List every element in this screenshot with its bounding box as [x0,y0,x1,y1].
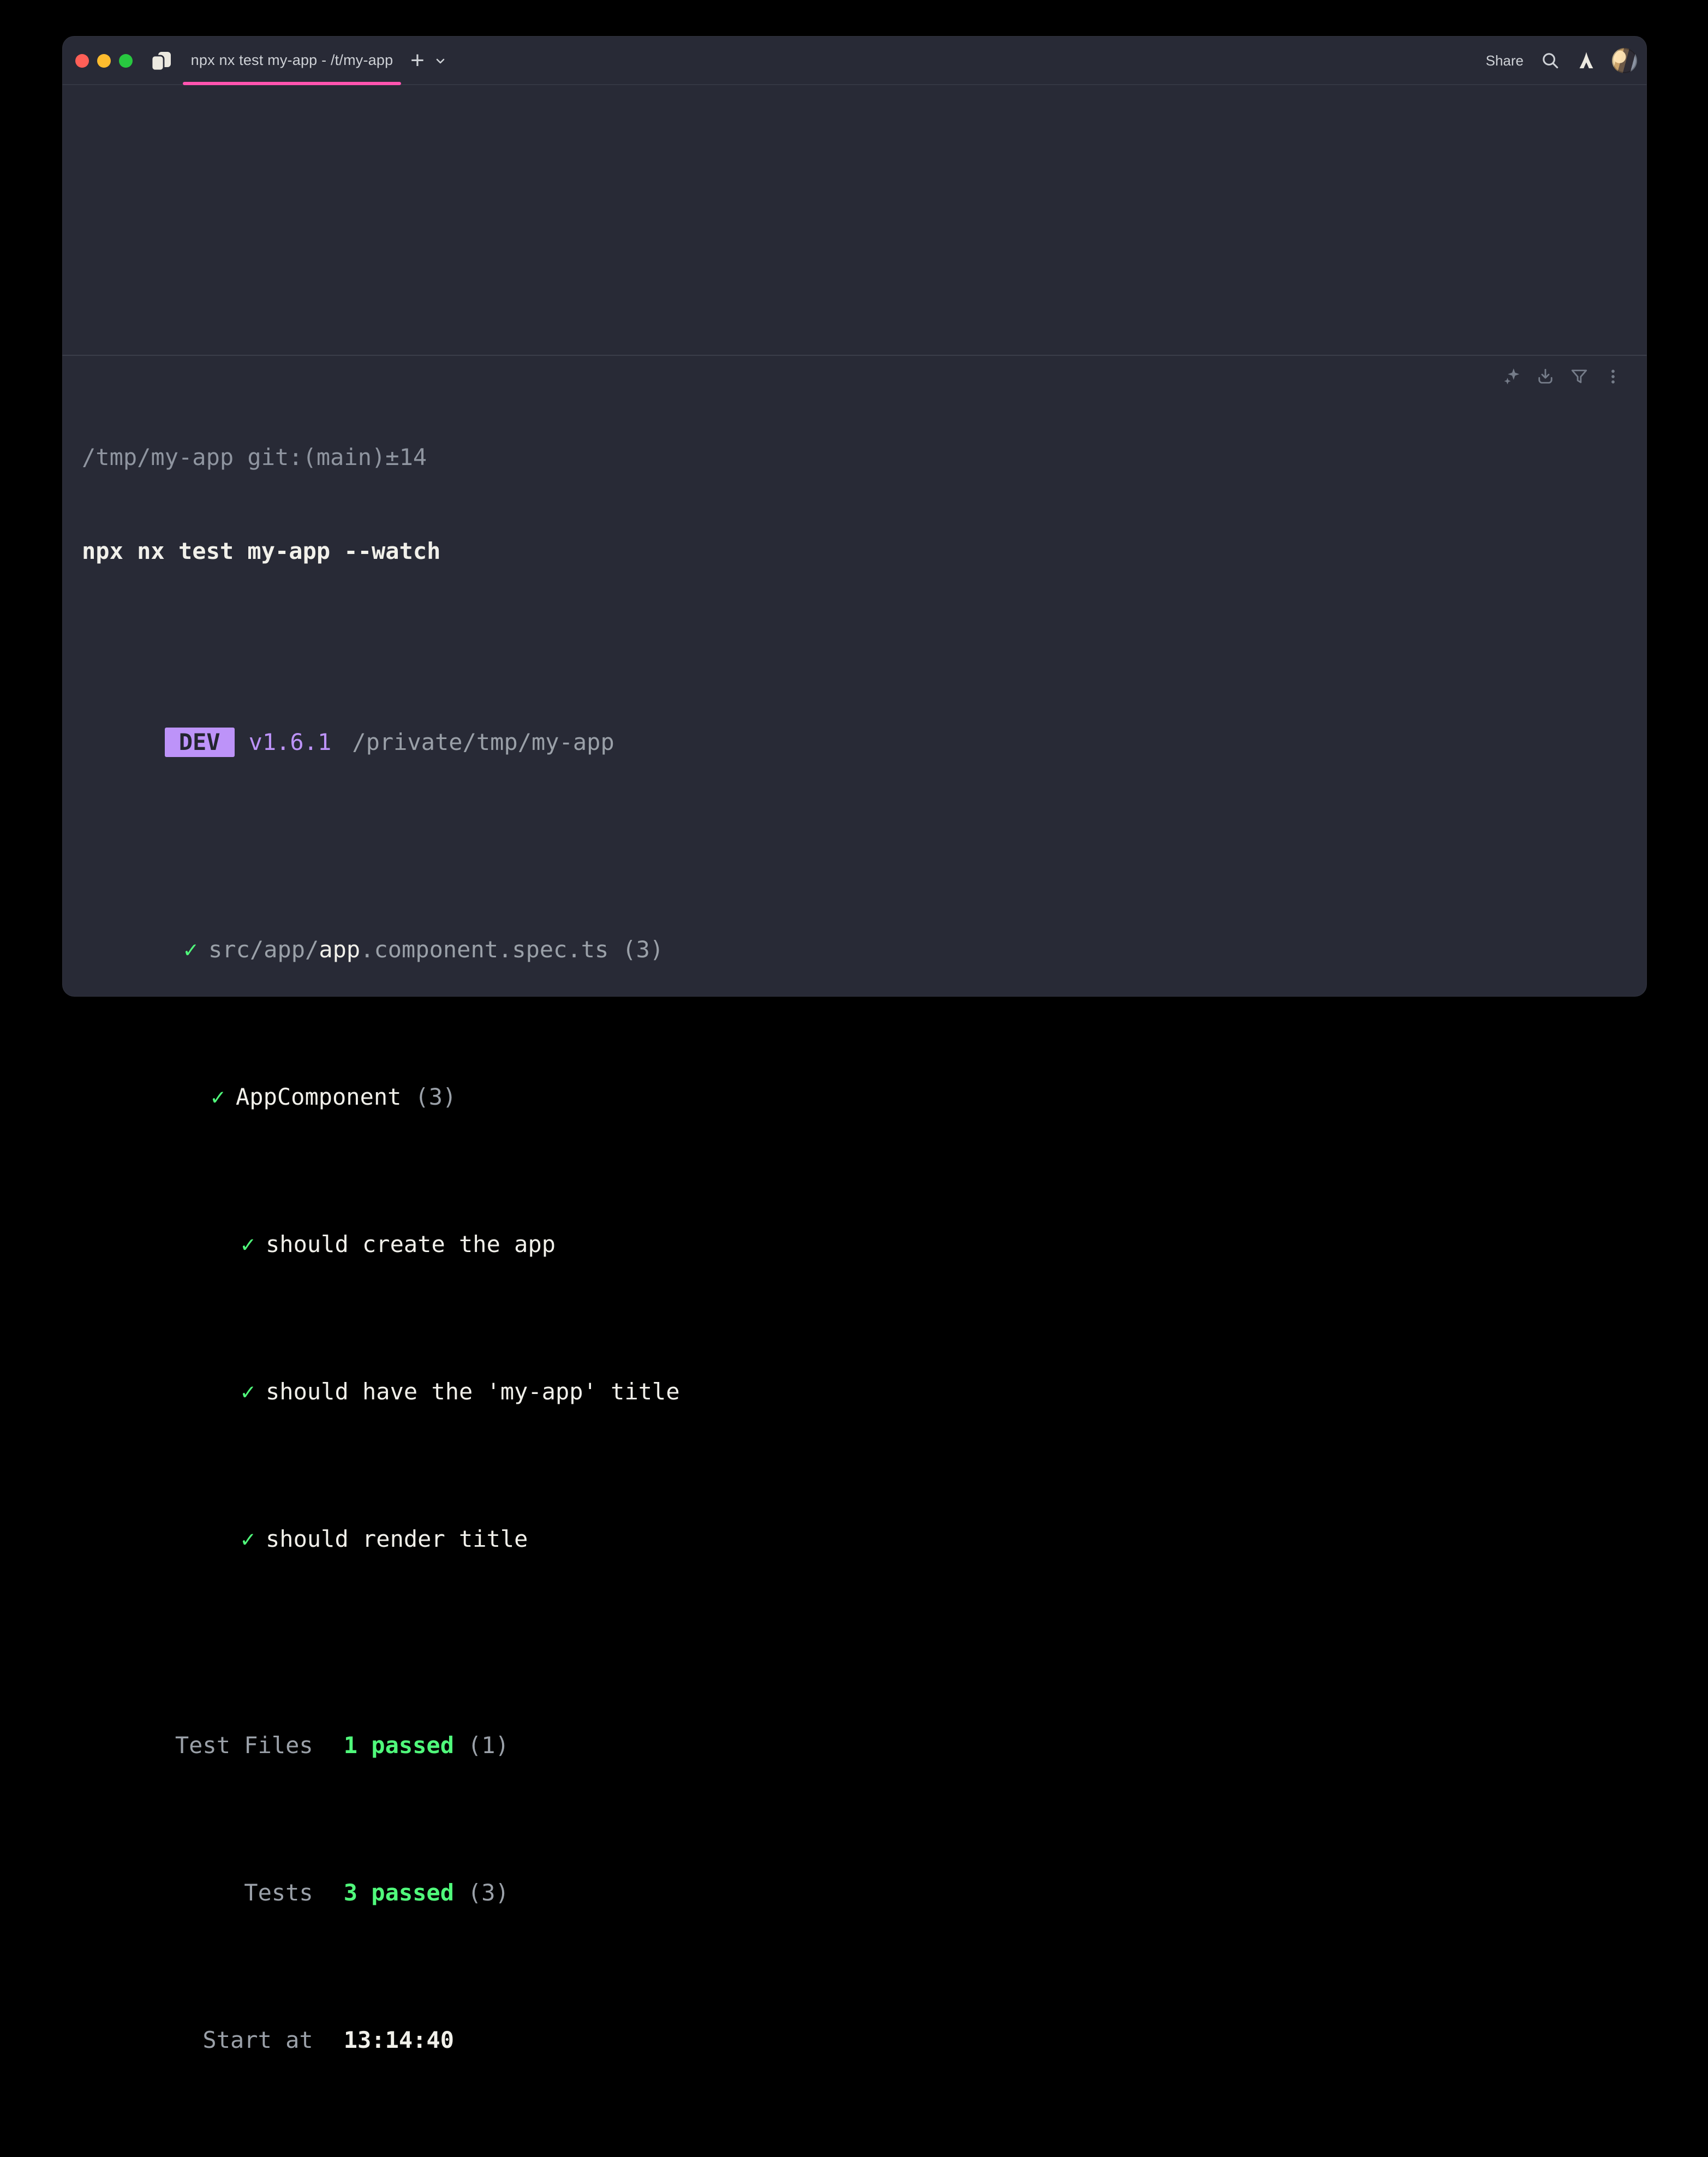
test-case-row: ✓should render title [82,1495,1629,1583]
close-window-button[interactable] [75,54,89,68]
maximize-window-button[interactable] [119,54,133,68]
command-text: npx nx test my-app --watch [82,537,1629,566]
traffic-lights [75,36,133,85]
summary-row-tests: Tests3 passed(3) [82,1849,1629,1937]
workspace-pages-icon[interactable] [148,49,174,73]
check-icon: ✓ [184,936,198,963]
shell-prompt: /tmp/my-app git:(main)±14 [82,443,1629,472]
block-divider [62,355,1647,356]
test-file-row: ✓src/app/app.component.spec.ts(3) [82,905,1629,994]
check-icon: ✓ [241,1378,255,1405]
terminal-tab[interactable]: npx nx test my-app - /t/my-app [183,36,401,84]
vitest-version: v1.6.1 [249,729,332,755]
new-tab-button[interactable]: + [405,36,430,85]
check-icon: ✓ [211,1083,225,1110]
tab-title: npx nx test my-app - /t/my-app [191,52,393,69]
titlebar: npx nx test my-app - /t/my-app + Share [62,36,1647,85]
vitest-cwd: /private/tmp/my-app [352,729,614,755]
warp-ai-icon[interactable] [1577,51,1596,70]
test-suite-row: ✓AppComponent(3) [82,1053,1629,1141]
summary-row-duration: Duration802ms(transform 200ms, setup 235… [82,2143,1629,2157]
check-icon: ✓ [241,1231,255,1258]
terminal-output[interactable]: /tmp/my-app git:(main)±14 npx nx test my… [82,384,1629,2157]
search-icon[interactable] [1540,50,1561,71]
summary-row-test-files: Test Files1 passed(1) [82,1701,1629,1790]
share-button[interactable]: Share [1486,52,1524,69]
minimize-window-button[interactable] [97,54,111,68]
chevron-down-icon[interactable] [433,56,447,67]
avatar[interactable] [1612,48,1637,73]
vitest-dev-line: DEV v1.6.1/private/tmp/my-app [82,698,1629,786]
test-case-row: ✓should have the 'my-app' title [82,1348,1629,1436]
dev-badge: DEV [165,728,235,757]
active-tab-indicator [183,82,401,85]
test-case-row: ✓should create the app [82,1200,1629,1289]
summary-row-start-at: Start at13:14:40 [82,1996,1629,2084]
terminal-window: npx nx test my-app - /t/my-app + Share [62,36,1647,997]
titlebar-right-controls: Share [1486,36,1637,85]
check-icon: ✓ [241,1526,255,1552]
